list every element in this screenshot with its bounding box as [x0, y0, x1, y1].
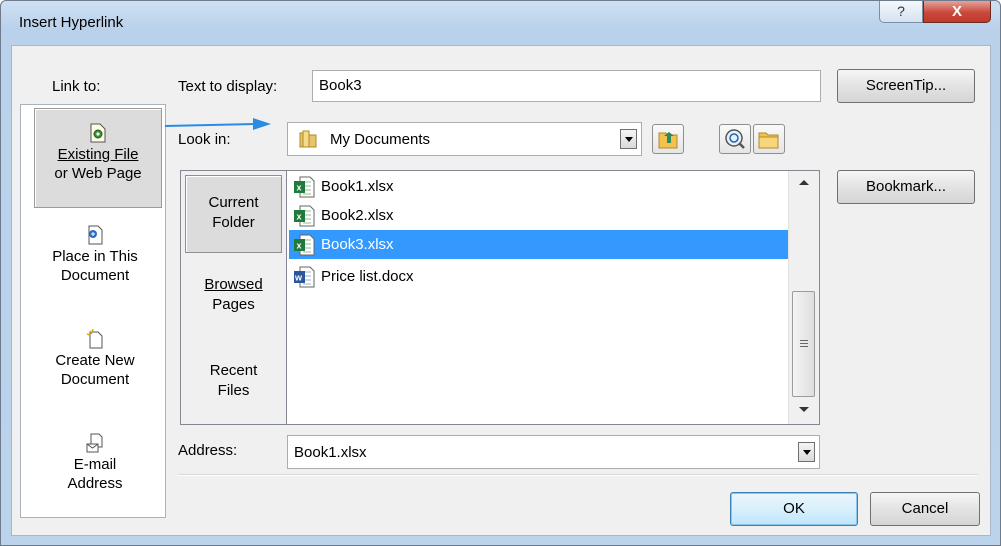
browse-web-button[interactable]: [719, 124, 751, 154]
text-to-display-field[interactable]: Book3: [312, 70, 821, 102]
link-existing-file-label-1-text: Existing File: [57, 146, 139, 163]
nav-recent-files-label-1: Recent: [209, 362, 258, 379]
up-folder-icon: [658, 132, 678, 149]
file-row[interactable]: w Price list.docx: [289, 262, 792, 291]
browse-nav-panel: Current Folder Browsed Pages Recent File…: [180, 170, 287, 425]
address-value: Book1.xlsx: [294, 444, 367, 461]
nav-recent-files[interactable]: Recent Files: [185, 361, 282, 401]
file-list[interactable]: x Book1.xlsx x Book2.xlsx x Book3.xlsx w…: [287, 170, 820, 425]
file-list-scrollbar[interactable]: [788, 171, 819, 424]
scroll-up-arrow-icon[interactable]: [799, 180, 809, 185]
svg-text:x: x: [297, 241, 302, 251]
separator: [178, 474, 978, 476]
close-button[interactable]: X: [923, 1, 991, 23]
link-existing-file-label-1: Existing File: [58, 146, 139, 163]
file-row[interactable]: x Book1.xlsx: [289, 172, 792, 201]
file-name: Price list.docx: [321, 268, 414, 285]
look-in-label: Look in:: [178, 131, 231, 148]
cancel-button[interactable]: Cancel: [870, 492, 980, 526]
link-email-label-1: E-mail: [73, 456, 117, 473]
link-create-new-document[interactable]: Create New Document: [33, 328, 157, 389]
browse-web-icon: [725, 129, 745, 149]
svg-text:x: x: [297, 212, 302, 222]
link-create-label-2: Document: [60, 371, 130, 388]
link-email-address[interactable]: E-mail Address: [33, 433, 157, 493]
nav-browsed-pages-label-2: Pages: [212, 296, 255, 313]
bookmark-button[interactable]: Bookmark...: [837, 170, 975, 204]
text-to-display-label: Text to display:: [178, 78, 278, 95]
link-email-label-2: Address: [67, 475, 123, 492]
address-dropdown-button[interactable]: [798, 442, 815, 462]
ok-button[interactable]: OK: [730, 492, 858, 526]
excel-file-icon: x: [294, 234, 315, 256]
nav-current-folder[interactable]: Current Folder: [185, 175, 282, 253]
nav-browsed-pages[interactable]: Browsed Pages: [185, 275, 282, 315]
email-icon: [86, 433, 104, 453]
link-create-label-1: Create New: [55, 352, 135, 369]
file-name: Book1.xlsx: [321, 178, 394, 195]
look-in-dropdown-button[interactable]: [620, 129, 637, 149]
link-to-panel: Existing File or Web Page Place in This …: [20, 104, 166, 518]
file-row[interactable]: x Book2.xlsx: [289, 201, 792, 230]
address-label: Address:: [178, 442, 238, 459]
place-in-document-icon: [86, 225, 104, 245]
up-folder-button[interactable]: [652, 124, 684, 154]
browse-file-button[interactable]: [753, 124, 785, 154]
browse-file-icon: [758, 132, 779, 149]
nav-current-folder-label-2: Folder: [212, 214, 255, 231]
excel-file-icon: x: [294, 176, 315, 198]
pointer-arrow-icon: [165, 118, 271, 130]
file-name: Book2.xlsx: [321, 207, 394, 224]
link-place-label-1: Place in This: [52, 248, 138, 265]
look-in-combo[interactable]: My Documents: [287, 122, 642, 156]
nav-current-folder-label-1: Current: [208, 194, 259, 211]
scroll-down-arrow-icon[interactable]: [799, 407, 809, 412]
new-document-icon: [86, 328, 104, 349]
link-place-in-document[interactable]: Place in This Document: [33, 225, 157, 285]
look-in-value: My Documents: [330, 131, 431, 148]
help-button[interactable]: ?: [879, 1, 923, 23]
excel-file-icon: x: [294, 205, 315, 227]
scrollbar-thumb[interactable]: [792, 291, 815, 397]
svg-text:w: w: [294, 273, 303, 283]
nav-recent-files-label-2: Files: [217, 382, 250, 399]
link-to-label: Link to:: [52, 78, 101, 95]
link-existing-file[interactable]: Existing File or Web Page: [34, 108, 162, 208]
dialog-title: Insert Hyperlink: [19, 14, 124, 31]
folder-icon: [299, 130, 317, 148]
word-file-icon: w: [294, 266, 315, 288]
svg-text:x: x: [297, 183, 302, 193]
screentip-button[interactable]: ScreenTip...: [837, 69, 975, 103]
nav-browsed-pages-label-1: Browsed: [204, 276, 263, 293]
file-name: Book3.xlsx: [321, 236, 394, 253]
link-existing-file-label-2: or Web Page: [54, 165, 142, 182]
existing-file-icon: [89, 123, 107, 143]
address-combo[interactable]: Book1.xlsx: [287, 435, 820, 469]
file-row-selected[interactable]: x Book3.xlsx: [289, 230, 792, 259]
title-bar[interactable]: Insert Hyperlink ? X: [1, 1, 1000, 37]
link-place-label-2: Document: [60, 267, 130, 284]
